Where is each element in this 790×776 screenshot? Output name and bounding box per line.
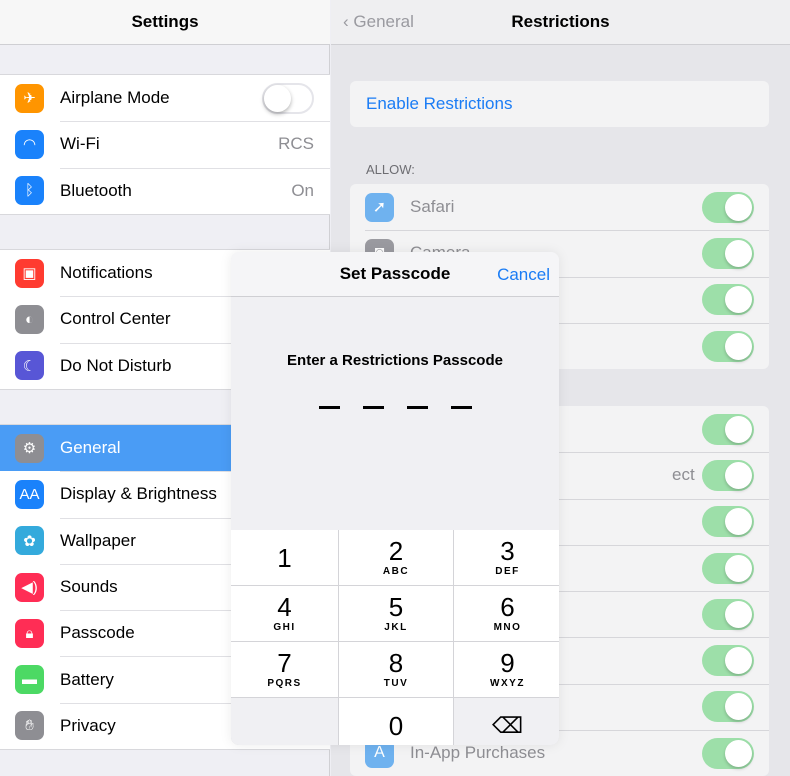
sidebar-item-airplane-mode[interactable]: ✈ Airplane Mode [0, 75, 330, 121]
key-1[interactable]: 1 [231, 530, 338, 585]
delete-key[interactable]: ⌫ [454, 698, 559, 745]
airplane-mode-toggle[interactable] [262, 82, 314, 114]
key-7[interactable]: 7 PQRS [231, 642, 338, 697]
sidebar-item-label: Airplane Mode [60, 88, 170, 108]
enable-restrictions-label: Enable Restrictions [366, 94, 513, 113]
restriction-toggle[interactable] [702, 237, 754, 269]
key-digit: 9 [500, 648, 515, 678]
sidebar-item-wi-fi[interactable]: ◠ Wi-Fi RCS [0, 121, 330, 167]
restriction-toggle[interactable] [702, 191, 754, 223]
key-letters: DEF [495, 566, 520, 577]
keypad: 1 2 ABC 3 DEF 4 GHI 5 JKL 6 MNO 7 PQRS 8 TUV 9 WXYZ 0 ⌫ [231, 530, 559, 745]
bluetooth-icon: ᛒ [15, 176, 44, 206]
restriction-toggle[interactable] [702, 459, 754, 491]
restriction-toggle[interactable] [702, 506, 754, 538]
empty-key [231, 698, 338, 745]
settings-group: ✈ Airplane Mode ◠ Wi-Fi RCS ᛒ Bluetooth On [0, 74, 330, 215]
back-button[interactable]: ‹ General [343, 12, 414, 32]
key-letters: MNO [493, 622, 522, 633]
cancel-button[interactable]: Cancel [497, 265, 550, 285]
key-8[interactable]: 8 TUV [339, 642, 453, 697]
key-digit: 3 [500, 536, 515, 566]
battery-icon: ▬ [15, 665, 44, 695]
wallpaper-icon: ✿ [15, 526, 44, 556]
lock-icon: 🔒︎ [15, 618, 44, 648]
key-3[interactable]: 3 DEF [454, 530, 559, 585]
key-letters: WXYZ [490, 678, 525, 689]
allow-section-label: ALLOW: [366, 162, 415, 177]
restriction-toggle[interactable] [702, 330, 754, 362]
key-digit: 2 [388, 536, 404, 566]
restriction-label: In-App Purchases [410, 743, 546, 763]
passcode-field[interactable] [319, 406, 472, 409]
key-letters: GHI [273, 622, 296, 633]
key-letters: TUV [383, 678, 409, 689]
sidebar-item-value: RCS [278, 134, 314, 154]
key-digit: 6 [500, 592, 515, 622]
key-6[interactable]: 6 MNO [454, 586, 559, 641]
gear-icon: ⚙ [15, 433, 44, 463]
restrictions-header: ‹ General Restrictions [331, 0, 790, 45]
dialog-title: Set Passcode [339, 264, 451, 283]
restriction-toggle[interactable] [702, 598, 754, 630]
display-icon: AA [15, 479, 44, 509]
key-digit: 4 [277, 592, 292, 622]
airplane-icon: ✈ [15, 83, 44, 113]
sidebar-item-label: Bluetooth [60, 180, 132, 200]
key-5[interactable]: 5 JKL [339, 586, 453, 641]
key-letters: JKL [384, 622, 408, 633]
key-2[interactable]: 2 ABC [339, 530, 453, 585]
key-letters: PQRS [267, 678, 302, 689]
restriction-toggle[interactable] [702, 413, 754, 445]
restriction-toggle[interactable] [702, 552, 754, 584]
key-letters: ABC [382, 566, 410, 577]
delete-icon: ⌫ [491, 712, 524, 738]
key-0[interactable]: 0 [339, 698, 453, 745]
key-digit: 0 [388, 710, 404, 741]
control-center-icon: ◐ [15, 304, 44, 334]
key-digit: 1 [277, 542, 292, 573]
restriction-toggle[interactable] [702, 284, 754, 316]
back-label: General [353, 12, 414, 31]
hand-icon: ✋︎ [15, 711, 44, 741]
page-title: Restrictions [511, 12, 610, 31]
restriction-row: ➚ Safari [350, 184, 769, 230]
sidebar-item-value: On [291, 180, 314, 200]
moon-icon: ☾ [15, 351, 44, 381]
sidebar-item-label: Wi-Fi [60, 134, 100, 154]
enable-restrictions-button[interactable]: Enable Restrictions [350, 81, 769, 127]
wifi-icon: ◠ [15, 129, 44, 159]
key-4[interactable]: 4 GHI [231, 586, 338, 641]
restriction-toggle[interactable] [702, 691, 754, 723]
notifications-icon: ▣ [15, 258, 44, 288]
restriction-toggle[interactable] [702, 737, 754, 769]
safari-icon: ➚ [365, 192, 394, 222]
sidebar-title: Settings [0, 0, 330, 45]
passcode-prompt: Enter a Restrictions Passcode [287, 352, 503, 369]
set-passcode-dialog: Set Passcode Cancel Enter a Restrictions… [231, 252, 559, 745]
speaker-icon: ◀) [15, 572, 44, 602]
key-digit: 5 [388, 592, 404, 622]
key-digit: 7 [277, 648, 292, 678]
sidebar-item-bluetooth[interactable]: ᛒ Bluetooth On [0, 167, 330, 214]
key-9[interactable]: 9 WXYZ [454, 642, 559, 697]
restriction-label: Safari [410, 197, 455, 217]
restriction-toggle[interactable] [702, 645, 754, 677]
key-digit: 8 [388, 648, 404, 678]
